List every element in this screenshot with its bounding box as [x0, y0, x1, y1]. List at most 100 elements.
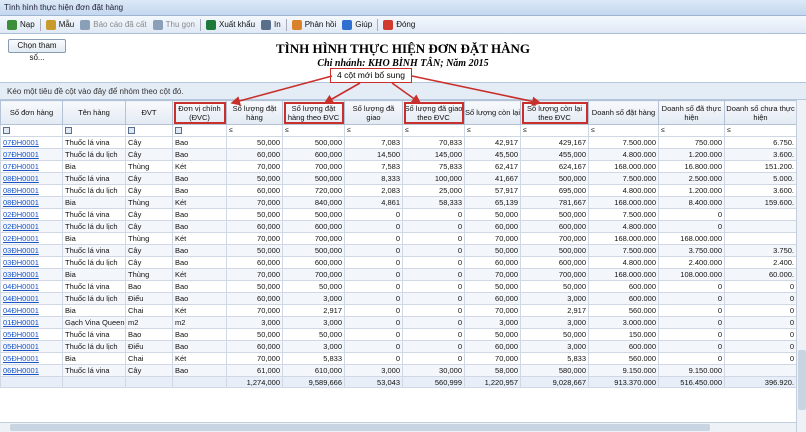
column-header-8[interactable]: Số lượng còn lại: [464, 100, 521, 125]
table-row[interactable]: 07ĐH0001 Bia Thùng Két 70,000 700,000 7,583 75,…: [0, 160, 797, 173]
table-cell: Thùng: [125, 232, 173, 245]
table-cell: Thuốc lá vina: [62, 136, 126, 149]
column-header-3[interactable]: Đơn vị chính (ĐVC): [172, 100, 227, 125]
table-cell: 4.800.000: [588, 148, 659, 161]
filter-cell[interactable]: ≤: [402, 124, 465, 137]
toolbar-button-0[interactable]: Nạp: [4, 17, 38, 33]
data-grid: Số đơn hàng Tên hàng ĐVT Đơn vị chính (ĐVC)…: [0, 100, 797, 388]
toolbar-button-3[interactable]: Thu gọn: [150, 17, 198, 33]
order-link[interactable]: 04ĐH0001: [0, 292, 63, 305]
toolbar-button-4[interactable]: Xuất khẩu: [203, 17, 258, 33]
column-header-7[interactable]: Số lượng đã giao theo ĐVC: [402, 100, 465, 125]
filter-cell[interactable]: [125, 124, 173, 137]
order-link[interactable]: 05ĐH0001: [0, 340, 63, 353]
order-link[interactable]: 03ĐH0001: [0, 244, 63, 257]
toolbar-button-1[interactable]: Mẫu: [43, 17, 78, 33]
filter-cell[interactable]: [62, 124, 126, 137]
filter-cell[interactable]: ≤: [588, 124, 659, 137]
column-header-2[interactable]: ĐVT: [125, 100, 173, 125]
column-header-11[interactable]: Doanh số đã thực hiện: [658, 100, 725, 125]
vertical-scrollbar[interactable]: [796, 100, 806, 432]
toolbar-button-6[interactable]: Phản hồi: [289, 17, 340, 33]
filter-cell[interactable]: [0, 124, 63, 137]
column-header-10[interactable]: Doanh số đặt hàng: [588, 100, 659, 125]
order-link[interactable]: 03ĐH0001: [0, 268, 63, 281]
filter-cell[interactable]: ≤: [520, 124, 589, 137]
filter-cell[interactable]: ≤: [226, 124, 283, 137]
table-row[interactable]: 06ĐH0001 Thuốc lá vina Cây Bao 61,000 610,000…: [0, 364, 797, 377]
column-header-6[interactable]: Số lượng đã giao: [344, 100, 403, 125]
table-row[interactable]: 04ĐH0001 Thuốc lá vina Bao Bao 50,000 50,000 0…: [0, 280, 797, 293]
table-row[interactable]: 03ĐH0001 Thuốc lá du lịch Cây Bao 60,000 600,…: [0, 256, 797, 269]
table-row[interactable]: 02ĐH0001 Thuốc lá vina Cây Bao 50,000 500,000…: [0, 208, 797, 221]
order-link[interactable]: 05ĐH0001: [0, 328, 63, 341]
table-row[interactable]: 05ĐH0001 Bia Chai Két 70,000 5,833 0 0 70,000 5,8…: [0, 352, 797, 365]
table-cell: 610,000: [282, 364, 345, 377]
order-link[interactable]: 04ĐH0001: [0, 280, 63, 293]
toolbar-separator: [199, 18, 201, 31]
table-row[interactable]: 01ĐH0001 Gạch Vina Queen m2 m2 3,000 3,000 0 0 3…: [0, 316, 797, 329]
order-link[interactable]: 03ĐH0001: [0, 256, 63, 269]
order-link[interactable]: 04ĐH0001: [0, 304, 63, 317]
order-link[interactable]: 08ĐH0001: [0, 196, 63, 209]
table-cell: Cây: [125, 256, 173, 269]
order-link[interactable]: 08ĐH0001: [0, 184, 63, 197]
filter-cell[interactable]: ≤: [464, 124, 521, 137]
table-cell: 3,000: [464, 316, 521, 329]
order-link[interactable]: 02ĐH0001: [0, 220, 63, 233]
table-row[interactable]: 04ĐH0001 Bia Chai Két 70,000 2,917 0 0 70,000 2,9…: [0, 304, 797, 317]
table-row[interactable]: 08ĐH0001 Thuốc lá vina Cây Bao 50,000 500,000…: [0, 172, 797, 185]
order-link[interactable]: 06ĐH0001: [0, 364, 63, 377]
filter-cell[interactable]: ≤: [658, 124, 725, 137]
table-row[interactable]: 07ĐH0001 Thuốc lá vina Cây Bao 50,000 500,000…: [0, 136, 797, 149]
table-row[interactable]: 08ĐH0001 Thuốc lá du lịch Cây Bao 60,000 720,…: [0, 184, 797, 197]
toolbar-button-2[interactable]: Báo cáo đã cất: [77, 17, 149, 33]
toolbar-button-label: Mẫu: [58, 20, 75, 29]
order-link[interactable]: 07ĐH0001: [0, 136, 63, 149]
order-link[interactable]: 07ĐH0001: [0, 148, 63, 161]
filter-cell[interactable]: ≤: [724, 124, 797, 137]
column-header-9[interactable]: Số lượng còn lại theo ĐVC: [520, 100, 589, 125]
table-cell: 3,000: [282, 292, 345, 305]
order-link[interactable]: 02ĐH0001: [0, 232, 63, 245]
table-row[interactable]: 07ĐH0001 Thuốc lá du lịch Cây Bao 60,000 600,…: [0, 148, 797, 161]
table-cell: 0: [724, 280, 797, 293]
table-cell: 25,000: [402, 184, 465, 197]
table-cell: 50,000: [282, 280, 345, 293]
column-header-4[interactable]: Số lượng đặt hàng: [226, 100, 283, 125]
filter-cell[interactable]: ≤: [344, 124, 403, 137]
table-row[interactable]: 02ĐH0001 Thuốc lá du lịch Cây Bao 60,000 600,…: [0, 220, 797, 233]
order-link[interactable]: 07ĐH0001: [0, 160, 63, 173]
order-link[interactable]: 08ĐH0001: [0, 172, 63, 185]
table-cell: 560.000: [588, 304, 659, 317]
toolbar-button-7[interactable]: Giúp: [339, 17, 375, 33]
table-cell: Bia: [62, 232, 126, 245]
group-by-panel[interactable]: Kéo một tiêu đề cột vào đây để nhóm theo…: [0, 82, 806, 100]
column-header-1[interactable]: Tên hàng: [62, 100, 126, 125]
order-link[interactable]: 02ĐH0001: [0, 208, 63, 221]
column-header-0[interactable]: Số đơn hàng: [0, 100, 63, 125]
filter-cell[interactable]: [172, 124, 227, 137]
table-row[interactable]: 08ĐH0001 Bia Thùng Két 70,000 840,000 4,861 58,…: [0, 196, 797, 209]
table-row[interactable]: 02ĐH0001 Bia Thùng Két 70,000 700,000 0 0 70,000…: [0, 232, 797, 245]
table-row[interactable]: 05ĐH0001 Thuốc lá du lịch Điếu Bao 60,000 3,0…: [0, 340, 797, 353]
table-row[interactable]: 04ĐH0001 Thuốc lá du lịch Điếu Bao 60,000 3,0…: [0, 292, 797, 305]
table-cell: Két: [172, 160, 227, 173]
order-link[interactable]: 01ĐH0001: [0, 316, 63, 329]
table-cell: 60,000: [226, 184, 283, 197]
table-row[interactable]: 03ĐH0001 Bia Thùng Két 70,000 700,000 0 0 70,000…: [0, 268, 797, 281]
table-row[interactable]: 05ĐH0001 Thuốc lá vina Bao Bao 50,000 50,000 0…: [0, 328, 797, 341]
column-header-12[interactable]: Doanh số chưa thực hiện: [724, 100, 797, 125]
table-cell: 50,000: [282, 328, 345, 341]
order-link[interactable]: 05ĐH0001: [0, 352, 63, 365]
table-cell: Bao: [172, 136, 227, 149]
column-header-5[interactable]: Số lượng đặt hàng theo ĐVC: [282, 100, 345, 125]
filter-cell[interactable]: ≤: [282, 124, 345, 137]
table-row[interactable]: 03ĐH0001 Thuốc lá vina Cây Bao 50,000 500,000…: [0, 244, 797, 257]
horizontal-scroll-thumb[interactable]: [10, 424, 710, 431]
horizontal-scrollbar[interactable]: [0, 422, 796, 432]
toolbar-button-8[interactable]: Đóng: [380, 17, 418, 33]
toolbar-button-5[interactable]: In: [258, 17, 284, 33]
vertical-scroll-thumb[interactable]: [798, 350, 806, 410]
refresh-icon: [7, 19, 17, 30]
